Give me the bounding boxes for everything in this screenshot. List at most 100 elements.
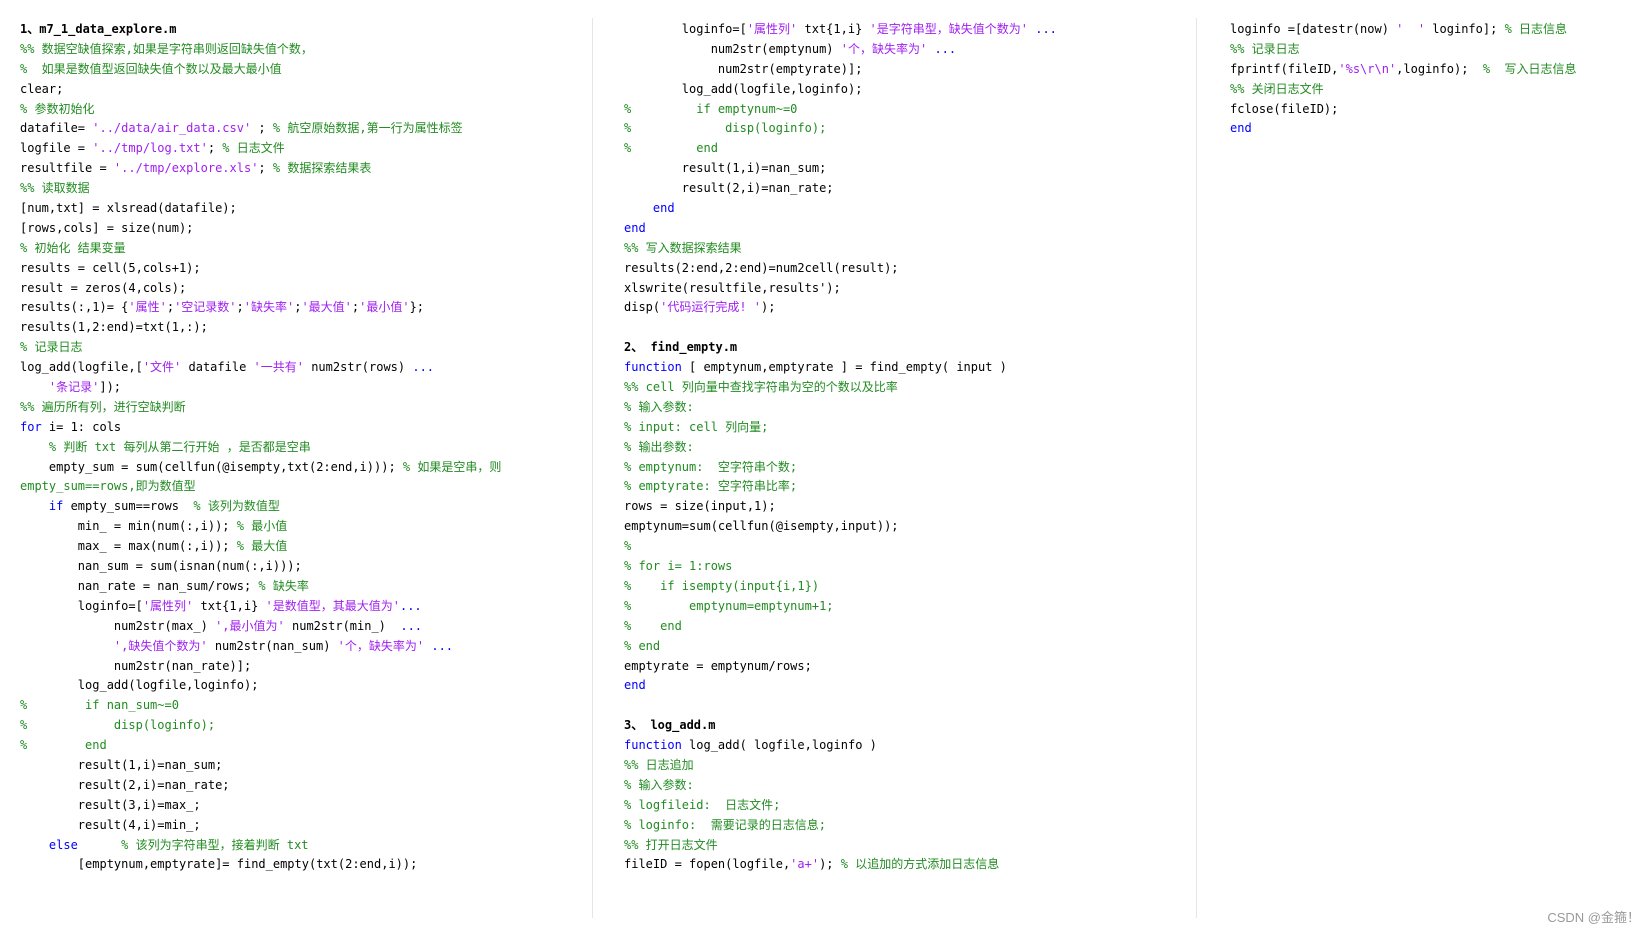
code-text: disp( (624, 300, 661, 315)
code-text: result(2,i)=nan_rate; (20, 777, 230, 792)
code-keyword: for (20, 419, 42, 434)
code-text: ,loginfo); (1396, 61, 1483, 76)
code-text: loginfo=[ (20, 598, 143, 613)
code-line: % if emptynum~=0 (624, 100, 1057, 120)
code-text: datafile (181, 360, 254, 375)
code-line: results(1,2:end)=txt(1,:); (20, 318, 501, 338)
code-text: [rows,cols] = size(num); (20, 220, 194, 235)
code-comment: %% 写入数据探索结果 (624, 240, 742, 255)
column-divider (592, 18, 593, 918)
code-line: %% cell 列向量中查找字符串为空的个数以及比率 (624, 378, 1057, 398)
code-text: min_ = min(num(:,i)); (20, 519, 237, 534)
code-text: num2str(nan_sum) (207, 638, 338, 653)
code-keyword: ... (1035, 22, 1057, 36)
code-line: else % 该列为字符串型，接着判断 txt (20, 836, 501, 856)
code-keyword: ... (399, 598, 422, 613)
code-keyword: function (624, 738, 682, 753)
code-text: empty_sum = sum(cellfun(@isempty,txt(2:e… (20, 459, 403, 474)
code-line: % emptynum=emptynum+1; (624, 597, 1057, 617)
code-string: '个，缺失率为' (337, 638, 425, 653)
code-string: '属性列' (142, 598, 194, 613)
code-string: '个，缺失率为' (840, 41, 928, 56)
code-text: fclose(fileID); (1230, 101, 1339, 116)
code-text: i= 1: cols (41, 419, 122, 434)
code-comment: % (624, 539, 632, 554)
code-line: '条记录']); (20, 378, 501, 398)
code-keyword: end (1230, 121, 1252, 136)
code-string: '是数值型，其最大值为' (265, 598, 400, 613)
code-text: ; (207, 141, 223, 156)
code-keyword: ... (412, 360, 435, 375)
code-text: result(2,i)=nan_rate; (624, 181, 834, 196)
code-text: ); (761, 300, 776, 315)
code-comment: %% 遍历所有列，进行空缺判断 (20, 399, 186, 414)
code-comment: % 缺失率 (258, 578, 309, 593)
code-text: clear; (20, 81, 64, 96)
code-line: num2str(nan_rate)]; (20, 657, 501, 677)
code-comment: %% 关闭日志文件 (1230, 81, 1324, 96)
code-string: '%s\r\n' (1338, 61, 1397, 76)
code-text: log_add(logfile,loginfo); (624, 81, 863, 96)
code-comment: % 如果是数值型返回缺失值个数以及最大最小值 (20, 61, 282, 76)
code-line: % 输入参数: (624, 776, 1057, 796)
code-line: fclose(fileID); (1230, 100, 1577, 120)
code-comment: %% 日志追加 (624, 757, 694, 772)
code-line: resultfile = '../tmp/explore.xls'; % 数据探… (20, 159, 501, 179)
code-line: empty_sum = sum(cellfun(@isempty,txt(2:e… (20, 458, 501, 478)
code-line: % for i= 1:rows (624, 557, 1057, 577)
code-line: results(:,1)= {'属性';'空记录数';'缺失率';'最大值';'… (20, 298, 501, 318)
code-text: datafile= (20, 121, 93, 136)
code-text: max_ = max(num(:,i)); (20, 539, 237, 554)
watermark: CSDN @金箍！ (1547, 910, 1640, 925)
code-comment: % 日志信息 (1504, 22, 1568, 36)
code-line: %% 打开日志文件 (624, 836, 1057, 856)
code-string: '../data/air_data.csv' (92, 121, 252, 136)
code-line: %% 数据空缺值探索,如果是字符串则返回缺失值个数， (20, 40, 501, 60)
code-text: ]); (99, 380, 122, 395)
code-line: % 参数初始化 (20, 100, 501, 120)
column-divider (1196, 18, 1197, 918)
code-comment: % 以追加的方式添加日志信息 (840, 857, 1000, 872)
code-line: for i= 1: cols (20, 418, 501, 438)
code-comment: % 该列为字符串型，接着判断 txt (121, 837, 309, 852)
code-line: %% 日志追加 (624, 756, 1057, 776)
code-line: datafile= '../data/air_data.csv' ; % 航空原… (20, 119, 501, 139)
code-keyword: end (624, 220, 646, 235)
code-line: % 如果是数值型返回缺失值个数以及最大最小值 (20, 60, 501, 80)
code-line: function [ emptynum,emptyrate ] = find_e… (624, 358, 1057, 378)
code-line: num2str(max_) ',最小值为' num2str(min_) ... (20, 617, 501, 637)
code-line: % 初始化 结果变量 (20, 239, 501, 259)
code-line: [emptynum,emptyrate]= find_empty(txt(2:e… (20, 855, 501, 875)
code-text: loginfo=[ (624, 22, 747, 36)
code-line: 3、 log_add.m (624, 716, 1057, 736)
code-string: '属性列' (746, 22, 798, 36)
code-text: result = zeros(4,cols); (20, 280, 187, 295)
code-text: log_add( logfile,loginfo ) (681, 738, 877, 753)
code-text: loginfo]; (1425, 22, 1505, 36)
code-comment: % 航空原始数据,第一行为属性标签 (272, 121, 463, 136)
code-text: txt{1,i} (797, 22, 870, 36)
code-line: %% 记录日志 (1230, 40, 1577, 60)
code-comment: % if nan_sum~=0 (20, 698, 179, 713)
code-text: result(3,i)=max_; (20, 797, 201, 812)
code-string: ',缺失值个数为' (113, 638, 208, 653)
code-text: logfile = (20, 141, 93, 156)
code-comment: % logfileid: 日志文件; (624, 797, 781, 812)
code-line: result(2,i)=nan_rate; (624, 179, 1057, 199)
code-text: ; (166, 300, 175, 315)
code-text: results(1,2:end)=txt(1,:); (20, 320, 208, 335)
code-comment: % 该列为数值型 (193, 499, 280, 514)
code-line: clear; (20, 80, 501, 100)
code-line: emptyrate = emptynum/rows; (624, 657, 1057, 677)
code-text: emptynum=sum(cellfun(@isempty,input)); (624, 519, 899, 534)
code-text: result(1,i)=nan_sum; (20, 757, 223, 772)
code-line: result(4,i)=min_; (20, 816, 501, 836)
code-line: % if isempty(input{i,1}) (624, 577, 1057, 597)
code-text: log_add(logfile,[ (20, 360, 143, 375)
code-text: [emptynum,emptyrate]= find_empty(txt(2:e… (20, 857, 418, 872)
